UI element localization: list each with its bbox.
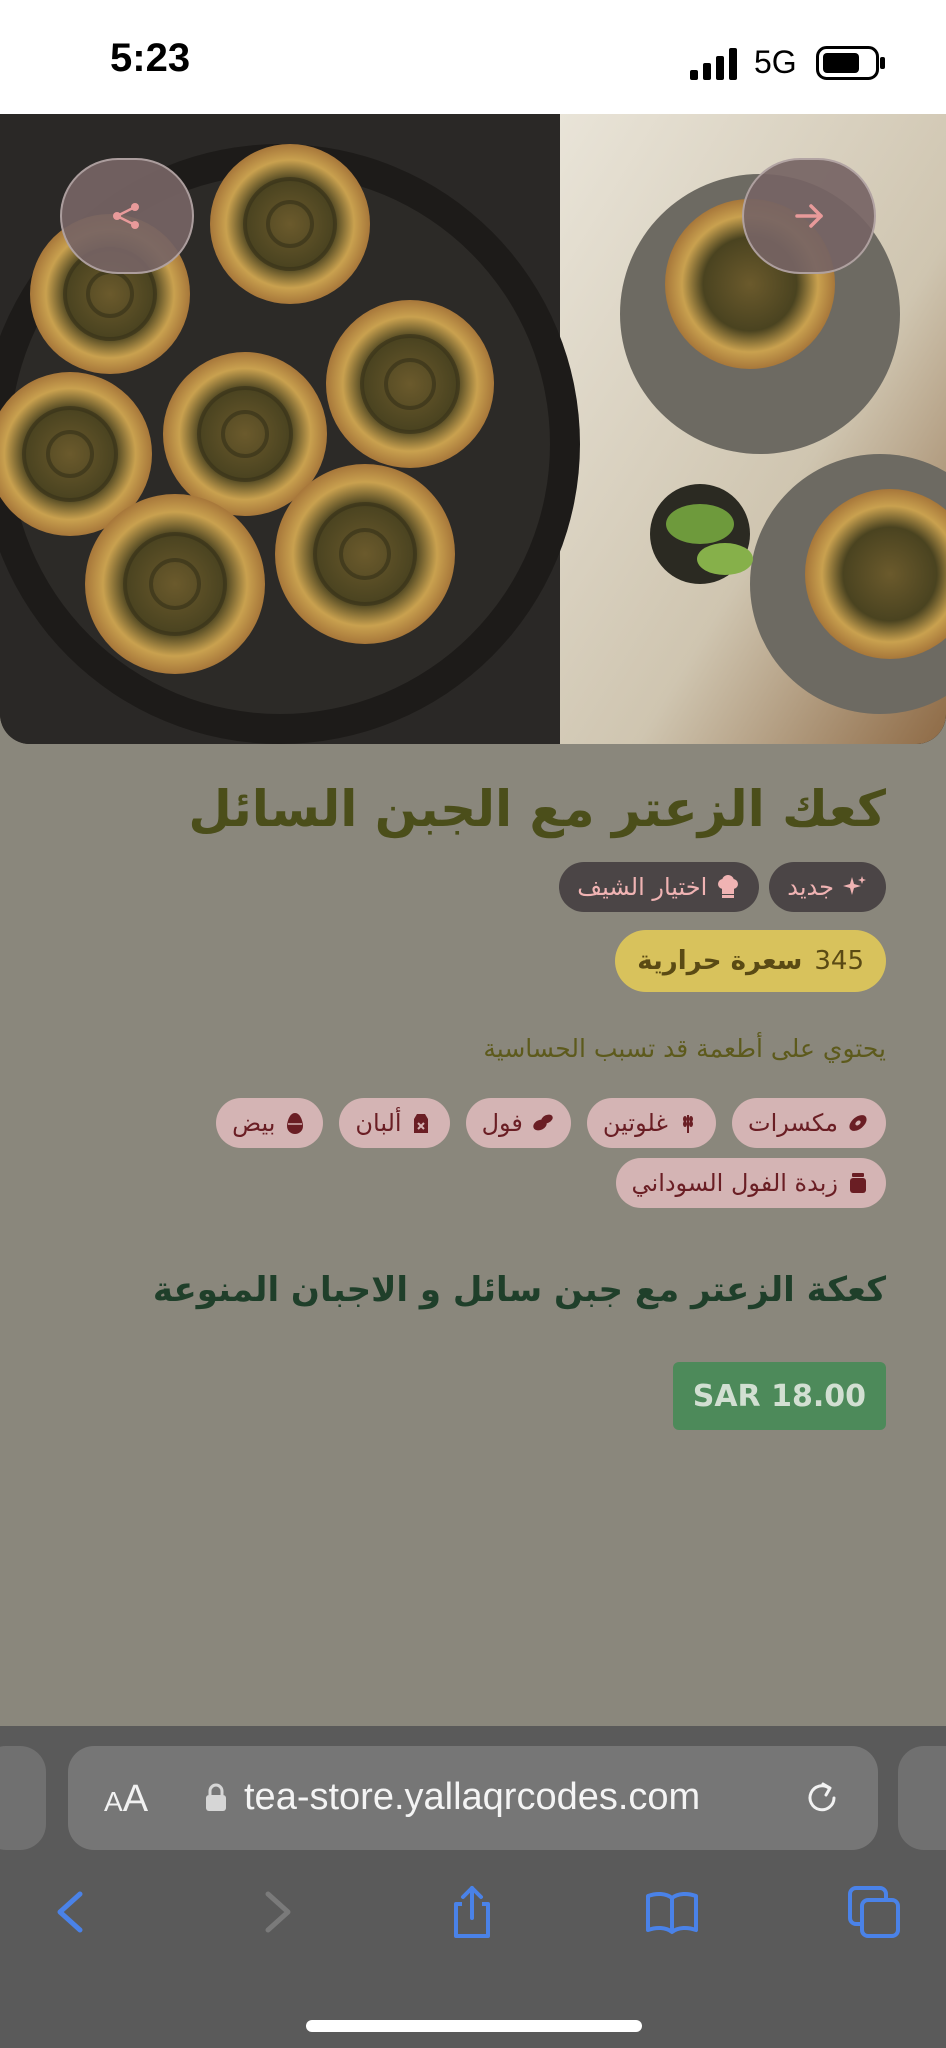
network-label: 5G [754,44,797,80]
allergen-gluten: غلوتين [586,1098,716,1148]
allergen-dairy: ألبان [339,1098,450,1148]
badge-chef-choice: اختيار الشيف [559,862,760,912]
allergen-label: بيض [232,1109,276,1137]
status-bar: 5:23 5G [0,0,946,114]
allergen-label: ألبان [355,1109,402,1137]
calories-pill: 345 سعرة حرارية [615,930,886,992]
allergen-beans: فول [465,1098,571,1148]
text-size-button[interactable]: AA [104,1778,148,1821]
share-icon [113,203,139,229]
bean-icon [533,1114,553,1131]
address-bar[interactable]: AA tea-store.yallaqrcodes.com [68,1746,878,1850]
allergy-note: يحتوي على أطعمة قد تسبب الحساسية [483,1034,886,1063]
peanut-butter-jar-icon [850,1173,866,1193]
allergen-label: فول [481,1109,523,1137]
badge-list: جديد اختيار الشيف [559,862,886,912]
status-time: 5:23 [110,36,191,80]
reload-icon[interactable] [802,1778,842,1818]
allergen-peanut-butter: زبدة الفول السوداني [615,1158,886,1208]
allergen-eggs: بيض [216,1098,324,1148]
badge-new: جديد [769,862,886,912]
tabs-icon[interactable] [846,1884,902,1940]
url-text[interactable]: tea-store.yallaqrcodes.com [244,1776,700,1819]
text-size-large-label: A [122,1778,149,1820]
forward-button[interactable] [742,158,876,274]
lock-icon [206,1783,226,1811]
home-indicator [306,2020,642,2032]
next-tab-preview[interactable] [898,1746,946,1850]
text-size-small-label: A [104,1786,123,1817]
sparkles-icon [843,876,866,895]
share-button[interactable] [60,158,194,274]
allergen-list: مكسرات غلوتين فول ألبان بيض زبدة الفول ا… [56,1098,886,1208]
product-description: كعكة الزعتر مع جبن سائل و الاجبان المنوع… [152,1270,886,1310]
signal-icon [690,48,737,80]
wheat-icon [682,1115,693,1133]
calories-label: سعرة حرارية [637,946,803,976]
chef-hat-icon [718,875,739,898]
milk-icon [413,1114,428,1133]
previous-tab-preview[interactable] [0,1746,46,1850]
allergen-label: غلوتين [602,1109,668,1137]
badge-chef-choice-label: اختيار الشيف [577,873,708,901]
product-title: كعك الزعتر مع الجبن السائل [188,780,886,838]
egg-icon [287,1113,304,1134]
back-icon[interactable] [44,1884,100,1940]
bookmarks-icon[interactable] [644,1884,700,1940]
allergen-nuts: مكسرات [731,1098,886,1148]
battery-icon [816,46,885,80]
forward-icon[interactable] [248,1884,304,1940]
allergen-label: زبدة الفول السوداني [631,1169,838,1197]
price-button[interactable]: SAR 18.00 [672,1362,886,1430]
allergen-label: مكسرات [747,1109,838,1137]
badge-new-label: جديد [787,873,834,901]
arrow-right-icon [795,204,823,228]
browser-bar: AA tea-store.yallaqrcodes.com [0,1726,946,2048]
nut-icon [849,1115,867,1131]
calories-value: 345 [814,946,864,976]
share-icon[interactable] [444,1884,500,1940]
